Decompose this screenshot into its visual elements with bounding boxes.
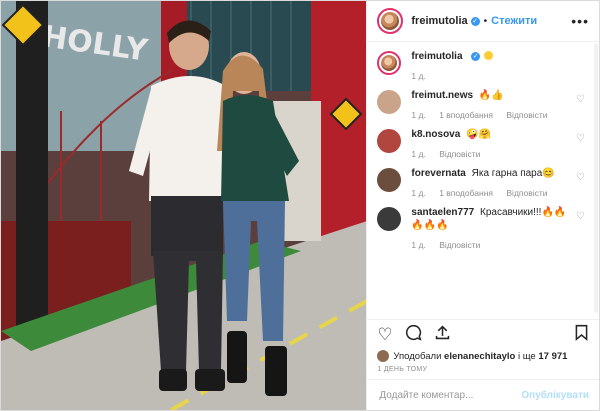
caption-time: 1 д. — [411, 71, 426, 81]
comment-avatar[interactable] — [377, 168, 402, 192]
comment-text: 🔥👍 — [478, 90, 504, 101]
comment-username[interactable]: k8.nosova — [411, 129, 460, 140]
instagram-post: HOLLY freimutolia ✓ • Стежити ••• freimu… — [0, 0, 600, 411]
comment-username[interactable]: forevernata — [411, 168, 465, 179]
comment-like-heart-icon[interactable]: ♡ — [576, 94, 585, 105]
reply-button[interactable]: Відповісти — [506, 110, 547, 120]
comment-row: k8.nosova 🤪🤗 1 д. Відповісти ♡ — [377, 128, 589, 159]
comment-likes[interactable]: 1 вподобання — [439, 188, 493, 198]
more-options-icon[interactable]: ••• — [571, 13, 589, 29]
post-side-panel: freimutolia ✓ • Стежити ••• freimutolia … — [366, 1, 599, 410]
comment-row: santaelen777 Красавчики!!!🔥🔥 🔥🔥🔥 1 д. Ві… — [377, 206, 589, 250]
comment-time: 1 д. — [411, 149, 426, 159]
comment-like-heart-icon[interactable]: ♡ — [576, 172, 585, 183]
follow-button[interactable]: Стежити — [491, 15, 537, 27]
smile-emoji-icon — [484, 51, 494, 60]
header-separator: • — [483, 15, 488, 27]
verified-badge-icon: ✓ — [470, 16, 480, 26]
likes-count[interactable]: 17 971 — [538, 351, 567, 362]
caption-avatar[interactable] — [377, 51, 402, 75]
post-actions-bar: ♡ — [367, 319, 599, 348]
post-photo-image: HOLLY — [1, 1, 367, 410]
post-comment-button[interactable]: Опублікувати — [521, 390, 589, 401]
comment-time: 1 д. — [411, 110, 426, 120]
author-avatar[interactable] — [377, 8, 404, 34]
reply-button[interactable]: Відповісти — [439, 149, 480, 159]
liker-username[interactable]: elenanechitaylo — [444, 351, 515, 362]
comment-input[interactable] — [377, 388, 522, 402]
author-username[interactable]: freimutolia — [411, 15, 467, 27]
caption-row: freimutolia ✓ 1 д. — [377, 50, 589, 81]
share-icon[interactable] — [434, 324, 451, 344]
post-photo[interactable]: HOLLY — [1, 1, 367, 410]
comment-like-heart-icon[interactable]: ♡ — [576, 211, 585, 222]
reply-button[interactable]: Відповісти — [506, 188, 547, 198]
likes-prefix: Уподобали — [393, 350, 442, 362]
post-header: freimutolia ✓ • Стежити ••• — [367, 1, 599, 42]
comment-avatar[interactable] — [377, 129, 402, 153]
comment-row: forevernata Яка гарна пара😊 1 д. 1 вподо… — [377, 167, 589, 198]
comment-row: freimut.news 🔥👍 1 д. 1 вподобання Відпов… — [377, 89, 589, 120]
comment-text: Яка гарна пара😊 — [471, 168, 555, 179]
comment-username[interactable]: santaelen777 — [411, 207, 474, 218]
comments-section: freimutolia ✓ 1 д. freimut.news 🔥👍 1 д. … — [367, 42, 599, 319]
comments-scrollbar[interactable] — [594, 43, 598, 313]
add-comment-bar: Опублікувати — [367, 379, 599, 410]
likes-and: і ще — [517, 350, 536, 362]
comment-like-heart-icon[interactable]: ♡ — [576, 133, 585, 144]
comment-icon[interactable] — [405, 324, 422, 344]
comment-time: 1 д. — [411, 240, 426, 250]
reply-button[interactable]: Відповісти — [439, 240, 480, 250]
likes-summary: Уподобали elenanechitaylo і ще 17 971 — [367, 348, 599, 362]
bookmark-icon[interactable] — [574, 324, 589, 344]
comment-avatar[interactable] — [377, 207, 402, 231]
comment-avatar[interactable] — [377, 90, 402, 114]
comment-time: 1 д. — [411, 188, 426, 198]
post-timestamp[interactable]: 1 ДЕНЬ ТОМУ — [367, 362, 599, 379]
verified-badge-icon: ✓ — [471, 52, 481, 61]
comment-text: 🤪🤗 — [466, 129, 491, 140]
comment-likes[interactable]: 1 вподобання — [439, 110, 493, 120]
caption-username[interactable]: freimutolia — [411, 51, 462, 62]
comment-username[interactable]: freimut.news — [411, 90, 473, 101]
heart-icon[interactable]: ♡ — [377, 326, 392, 343]
liker-avatar[interactable] — [377, 350, 390, 362]
